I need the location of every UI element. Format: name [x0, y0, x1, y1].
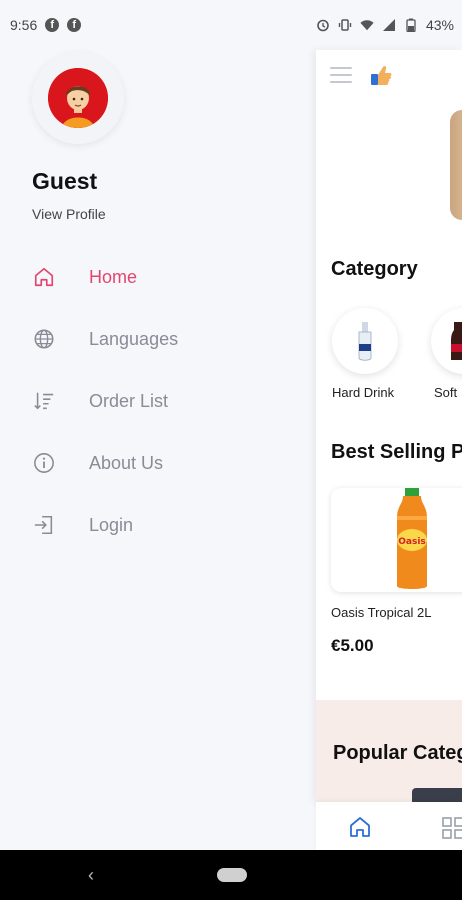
menu-item-label: Login: [89, 514, 134, 535]
avatar[interactable]: [32, 52, 124, 144]
avatar-image: [48, 68, 108, 128]
back-icon[interactable]: ‹: [88, 865, 94, 886]
info-icon: [32, 451, 56, 475]
product-name: Oasis Tropical 2L: [331, 605, 432, 620]
user-name: Guest: [32, 168, 98, 194]
menu-item-label: Order List: [89, 390, 169, 411]
category-label: Hard Drink: [332, 385, 395, 400]
wifi-icon: [360, 18, 374, 32]
home-icon: [32, 265, 56, 289]
status-time: 9:56: [10, 17, 38, 33]
soda-bottle-icon: [451, 322, 462, 360]
tab-categories-icon[interactable]: [442, 817, 462, 839]
main-content: Category Hard Drink Soft Best Selling P …: [316, 50, 462, 802]
signal-icon: [382, 18, 396, 32]
menu-item-order-list[interactable]: Order List: [0, 370, 316, 432]
svg-text:Oasis: Oasis: [398, 537, 426, 547]
navigation-drawer: Guest View Profile Home Languages Order …: [0, 50, 316, 850]
product-price: €5.00: [331, 636, 374, 655]
menu-item-label: About Us: [89, 452, 164, 473]
category-hard-drink[interactable]: [332, 308, 398, 374]
alarm-icon: [316, 18, 330, 32]
product-card[interactable]: Oasis: [331, 488, 462, 592]
menu-icon[interactable]: [330, 67, 352, 88]
status-left: 9:56 f f: [10, 17, 82, 33]
vodka-bottle-icon: [358, 322, 372, 361]
popular-category-thumb[interactable]: [412, 788, 462, 802]
system-navigation-bar: ‹: [0, 850, 462, 900]
category-soft[interactable]: [431, 308, 462, 374]
popular-categories-title: Popular Categ: [333, 742, 462, 764]
banner-image[interactable]: [450, 110, 462, 220]
menu-item-about-us[interactable]: About Us: [0, 432, 316, 494]
home-pill-icon[interactable]: [217, 868, 247, 882]
sort-list-icon: [32, 389, 56, 413]
popular-categories-section: Popular Categ: [316, 700, 462, 802]
thumbs-up-logo-icon: [368, 62, 394, 88]
bottom-tab-bar: [316, 802, 462, 850]
category-title: Category: [331, 258, 418, 280]
menu-item-home[interactable]: Home: [0, 246, 316, 308]
view-profile-link[interactable]: View Profile: [32, 206, 106, 222]
menu-item-languages[interactable]: Languages: [0, 308, 316, 370]
drawer-menu: Home Languages Order List About Us Login: [0, 246, 316, 556]
category-label: Soft: [434, 385, 458, 400]
globe-icon: [32, 327, 56, 351]
vibrate-icon: [338, 18, 352, 32]
facebook-notification-icon: f: [45, 18, 60, 32]
battery-icon: [404, 18, 418, 32]
facebook-notification-icon: f: [67, 18, 82, 32]
oasis-bottle-image: Oasis: [397, 488, 427, 589]
battery-percent: 43%: [425, 17, 454, 33]
login-icon: [32, 513, 56, 537]
menu-item-label: Languages: [89, 328, 179, 349]
best-selling-title: Best Selling P: [331, 441, 462, 463]
status-bar: 9:56 f f 43%: [0, 0, 462, 50]
status-right: 43%: [316, 17, 454, 33]
menu-item-login[interactable]: Login: [0, 494, 316, 556]
tab-home-icon[interactable]: [348, 815, 372, 839]
menu-item-label: Home: [89, 266, 138, 287]
